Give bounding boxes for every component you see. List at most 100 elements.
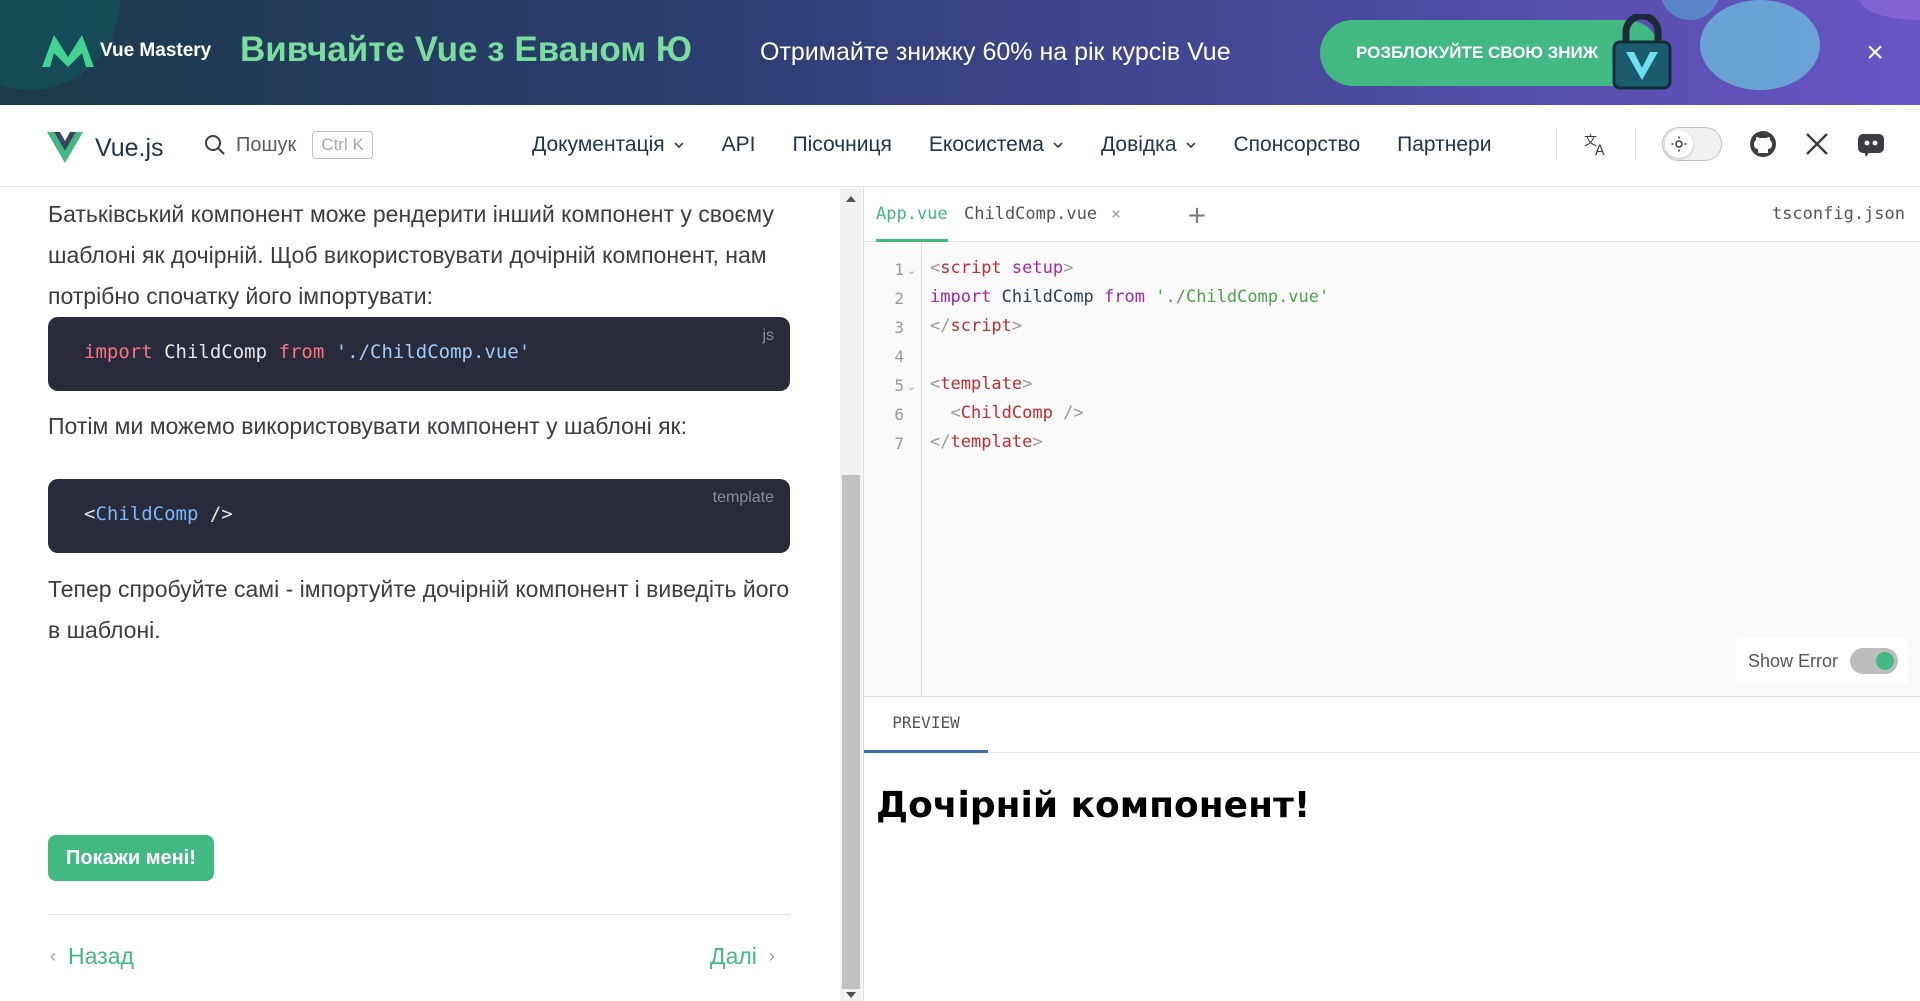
nav-sponsor[interactable]: Спонсорство	[1234, 133, 1361, 157]
code-line[interactable]: import ChildComp from './ChildComp.vue'	[930, 287, 1329, 307]
line-number: 3	[894, 318, 904, 337]
chevron-down-icon	[1053, 142, 1063, 149]
line-number: 1	[894, 260, 904, 279]
scroll-up-arrow[interactable]	[846, 196, 856, 202]
chevron-right-icon: ›	[768, 946, 775, 966]
preview-tabs: PREVIEW	[864, 697, 1920, 753]
nav-api[interactable]: API	[722, 133, 756, 157]
nav-playground[interactable]: Пісочниця	[793, 133, 892, 157]
banner-decoration	[1700, 0, 1820, 90]
code-line[interactable]: <ChildComp />	[930, 403, 1083, 423]
main-nav: Документація API Пісочниця Екосистема До…	[532, 133, 1491, 157]
translate-icon[interactable]: 文 A	[1583, 131, 1609, 157]
svg-text:A: A	[1595, 143, 1605, 157]
tutorial-paragraph: Потім ми можемо використовувати компонен…	[48, 413, 687, 439]
tab-label: App.vue	[876, 204, 948, 224]
code-line[interactable]: <script setup>	[930, 258, 1073, 278]
x-twitter-icon[interactable]	[1804, 131, 1830, 157]
vue-mastery-logo-icon	[42, 35, 94, 67]
tab-label: ChildComp.vue	[964, 204, 1098, 224]
banner-title: Вивчайте Vue з Еваном Ю	[240, 30, 692, 69]
nav-ecosystem[interactable]: Екосистема	[929, 133, 1064, 157]
code-string: './ChildComp.vue'	[335, 341, 531, 363]
line-number: 6	[894, 405, 904, 424]
tab-tsconfig[interactable]: tsconfig.json	[1772, 188, 1905, 240]
show-error-switch[interactable]	[1850, 648, 1898, 674]
banner-subtitle: Отримайте знижку 60% на рік курсів Vue	[760, 38, 1231, 66]
tutorial-paragraph: Тепер спробуйте самі - імпортуйте дочірн…	[48, 576, 790, 643]
github-icon[interactable]	[1748, 129, 1778, 159]
scrollbar-thumb[interactable]	[842, 475, 860, 989]
add-file-icon[interactable]: +	[1187, 201, 1207, 229]
vue-home-link[interactable]: Vue.js	[47, 132, 164, 164]
nav-docs[interactable]: Документація	[532, 133, 685, 157]
code-punct: />	[198, 503, 233, 525]
code-tag: template	[950, 432, 1033, 452]
search-shortcut: Ctrl K	[312, 131, 373, 159]
theme-toggle[interactable]	[1662, 127, 1722, 161]
show-error-toggle[interactable]: Show Error	[1735, 638, 1908, 684]
vue-logo-icon	[47, 132, 83, 163]
chevron-left-icon: ‹	[50, 946, 56, 966]
code-identifier: ChildComp	[1001, 287, 1094, 307]
code-block-js: js import ChildComp from './ChildComp.vu…	[48, 317, 790, 391]
unlock-discount-button[interactable]: РОЗБЛОКУЙТЕ СВОЮ ЗНИЖ	[1320, 20, 1660, 86]
tab-preview[interactable]: PREVIEW	[864, 697, 988, 753]
next-link[interactable]: Далі ›	[710, 943, 775, 970]
site-title: Vue.js	[95, 133, 164, 162]
vue-mastery-logo-text: Vue Mastery	[100, 40, 212, 61]
code-tag: ChildComp	[95, 503, 199, 525]
line-number: 5	[894, 376, 904, 395]
discord-icon[interactable]	[1856, 129, 1886, 159]
code-editor: App.vue ChildComp.vue × + tsconfig.json 1…	[863, 188, 1920, 696]
divider	[48, 914, 790, 915]
tab-childcomp-vue[interactable]: ChildComp.vue ×	[964, 188, 1121, 242]
nav-playground-label: Пісочниця	[792, 133, 892, 156]
nav-partners[interactable]: Партнери	[1397, 133, 1491, 157]
tab-app-vue[interactable]: App.vue	[876, 188, 948, 242]
search-button[interactable]: Пошук Ctrl K	[204, 131, 373, 159]
header-divider	[1556, 128, 1557, 160]
editor-tabs: App.vue ChildComp.vue × + tsconfig.json	[864, 188, 1920, 242]
scroll-down-arrow[interactable]	[846, 992, 856, 998]
scrollbar[interactable]	[840, 188, 862, 1001]
chevron-down-icon	[1185, 142, 1196, 149]
code-line[interactable]: <template>	[930, 374, 1032, 394]
preview-pane: PREVIEW Дочірній компонент!	[863, 696, 1920, 1001]
tutorial-paragraph: Батьківський компонент може рендерити ін…	[48, 201, 774, 309]
search-icon	[205, 135, 225, 155]
code-keyword: import	[930, 287, 992, 307]
sun-icon	[1665, 130, 1693, 158]
search-label: Пошук	[236, 133, 297, 156]
nav-docs-label: Документація	[532, 133, 665, 156]
nav-about[interactable]: Довідка	[1101, 133, 1197, 157]
code-punct: <	[84, 503, 96, 525]
code-identifier: ChildComp	[164, 341, 268, 363]
prev-label: Назад	[68, 943, 134, 969]
header-divider	[1635, 128, 1636, 160]
code-block-template: template <ChildComp />	[48, 479, 790, 553]
show-error-label: Show Error	[1747, 650, 1838, 671]
code-tag: script	[940, 258, 1002, 278]
code-lang-label: js	[762, 327, 774, 344]
show-me-button[interactable]: Покажи мені!	[48, 835, 214, 881]
tutorial-pane: Батьківський компонент може рендерити ін…	[0, 188, 840, 1001]
code-line[interactable]: </template>	[930, 432, 1043, 452]
close-banner-icon[interactable]: ×	[1860, 38, 1890, 68]
code-keyword: from	[1104, 287, 1145, 307]
fold-chevron-icon[interactable]: ⌄	[907, 264, 916, 277]
nav-about-label: Довідка	[1100, 133, 1177, 156]
banner-decoration	[1860, 0, 1920, 20]
line-number: 2	[894, 289, 904, 308]
promo-banner[interactable]: Vue Mastery Вивчайте Vue з Еваном Ю Отри…	[0, 0, 1920, 105]
site-header: Vue.js Пошук Ctrl K Документація API Піс…	[0, 105, 1920, 187]
nav-partners-label: Партнери	[1397, 133, 1492, 156]
vue-mastery-logo[interactable]: Vue Mastery	[42, 35, 211, 67]
code-text: import ChildComp from './ChildComp.vue'	[84, 341, 530, 363]
close-tab-icon[interactable]: ×	[1111, 204, 1121, 223]
chevron-down-icon	[674, 142, 684, 149]
header-icons: 文 A	[1556, 127, 1886, 161]
prev-link[interactable]: ‹ Назад	[50, 943, 134, 970]
code-line[interactable]: </script>	[930, 316, 1022, 336]
fold-chevron-icon[interactable]: ⌄	[907, 380, 916, 393]
